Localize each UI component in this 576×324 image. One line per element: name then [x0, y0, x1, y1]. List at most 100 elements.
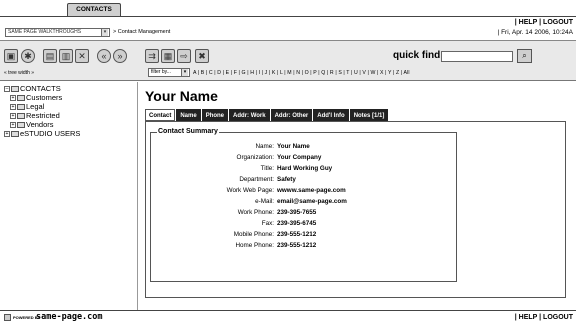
expand-icon[interactable]: +: [10, 122, 16, 129]
tab-addl-info[interactable]: Add'l Info: [313, 109, 349, 121]
copy-icon[interactable]: ▥: [59, 49, 73, 63]
field-label: Department:: [239, 176, 274, 183]
field-organization: Organization: Your Company: [151, 153, 458, 162]
field-fax: Fax: 239-395-6745: [151, 219, 458, 228]
tree-item-estudio-users[interactable]: + eSTUDIO USERS: [4, 129, 80, 138]
tree-item-customers[interactable]: + Customers: [10, 93, 62, 102]
quick-find-label: quick find:: [393, 50, 444, 61]
tree-item-legal[interactable]: + Legal: [10, 102, 44, 111]
search-icon[interactable]: ⌕: [517, 49, 532, 63]
tree-item-label: Vendors: [26, 120, 54, 129]
contact-panel: Contact Summary Name: Your Name Organizat…: [145, 122, 566, 298]
expand-icon[interactable]: +: [10, 113, 16, 120]
tab-notes[interactable]: Notes [1/1]: [349, 109, 389, 121]
tab-addr-other[interactable]: Addr: Other: [270, 109, 313, 121]
tab-name[interactable]: Name: [176, 109, 201, 121]
folder-icon: [17, 122, 25, 129]
field-value: Your Name: [277, 143, 310, 150]
quick-find-input[interactable]: [441, 51, 513, 62]
field-value: 239-555-1212: [277, 242, 317, 249]
field-value[interactable]: email@same-page.com: [277, 197, 347, 206]
edit-icon[interactable]: ▤: [43, 49, 57, 63]
field-label: e-Mail:: [255, 198, 274, 205]
field-home-phone: Home Phone: 239-555-1212: [151, 241, 458, 250]
brand-logo[interactable]: same-page.com: [36, 312, 103, 322]
field-value[interactable]: wwww.same-page.com: [277, 186, 346, 195]
field-work-phone: Work Phone: 239-395-7655: [151, 208, 458, 217]
field-value: 239-395-7655: [277, 209, 317, 216]
field-department: Department: Safety: [151, 175, 458, 184]
toolbar: ▣ ✱ ▤ ▥ ✕ « » ⇉ ▦ ⇨ ✖ quick find: ⌕ « tr…: [0, 41, 576, 81]
favorite-icon[interactable]: ✱: [21, 49, 35, 63]
tree-item-vendors[interactable]: + Vendors: [10, 120, 54, 129]
tree-item-contacts[interactable]: – CONTACTS: [4, 84, 61, 93]
folder-icon: [17, 95, 25, 102]
tree-item-label: Customers: [26, 93, 63, 102]
tree-item-label-selected: Restricted: [26, 111, 60, 120]
field-work-web-page: Work Web Page: wwww.same-page.com: [151, 186, 458, 195]
tab-addr-work[interactable]: Addr: Work: [229, 109, 270, 121]
tree-item-restricted[interactable]: + Restricted: [10, 111, 60, 120]
field-label: Work Phone:: [237, 209, 274, 216]
filter-select-value: filter by...: [151, 69, 171, 75]
tab-contacts[interactable]: CONTACTS: [67, 3, 121, 17]
header-bar: | HELP | LOGOUT SAME PAGE WALKTHROUGHS ▾…: [0, 17, 576, 39]
field-value: 239-395-6745: [277, 220, 317, 227]
tree-item-label: eSTUDIO USERS: [20, 129, 81, 138]
field-name: Name: Your Name: [151, 142, 458, 151]
folder-icon: [17, 104, 25, 111]
move-icon[interactable]: ⇨: [177, 49, 191, 63]
help-logout-links-footer[interactable]: | HELP | LOGOUT: [515, 314, 573, 321]
contact-summary-legend: Contact Summary: [157, 128, 219, 135]
export-icon[interactable]: ▦: [161, 49, 175, 63]
delete-icon[interactable]: ✕: [75, 49, 89, 63]
tab-phone[interactable]: Phone: [201, 109, 229, 121]
collapse-icon[interactable]: –: [4, 86, 10, 93]
alphabet-filter[interactable]: A | B | C | D | E | F | G | H | I | J | …: [193, 70, 410, 76]
expand-icon[interactable]: +: [10, 95, 16, 102]
walkthrough-select-value: SAME PAGE WALKTHROUGHS: [8, 29, 82, 35]
filter-select[interactable]: filter by... ▾: [148, 68, 190, 77]
resize-icon[interactable]: [4, 314, 11, 321]
forward-icon[interactable]: »: [113, 49, 127, 63]
contacts-tree: – CONTACTS + Customers + Legal + Restricted …: [0, 82, 138, 310]
walkthrough-select[interactable]: SAME PAGE WALKTHROUGHS ▾: [5, 28, 110, 37]
contact-summary: Contact Summary Name: Your Name Organizat…: [150, 128, 458, 282]
chevron-down-icon[interactable]: ▾: [181, 69, 188, 76]
tab-contact[interactable]: Contact: [145, 109, 176, 121]
field-label: Mobile Phone:: [233, 231, 274, 238]
contact-detail: Your Name Contact Name Phone Addr: Work …: [139, 82, 576, 310]
folder-icon: [11, 131, 19, 138]
field-label: Title:: [260, 165, 274, 172]
import-icon[interactable]: ⇉: [145, 49, 159, 63]
tree-item-label: CONTACTS: [20, 84, 61, 93]
field-label: Home Phone:: [235, 242, 274, 249]
tree-item-label: Legal: [26, 102, 45, 111]
folder-icon: [17, 113, 25, 120]
detail-tabs: Contact Name Phone Addr: Work Addr: Othe…: [145, 109, 389, 121]
field-title: Title: Hard Working Guy: [151, 164, 458, 173]
expand-icon[interactable]: +: [4, 131, 10, 138]
chevron-down-icon[interactable]: ▾: [101, 29, 108, 36]
folder-icon: [11, 86, 19, 93]
date-display: | Fri, Apr. 14 2006, 10:24A: [497, 29, 573, 36]
expand-icon[interactable]: +: [10, 104, 16, 111]
footer: POWERED BY same-page.com | HELP | LOGOUT: [0, 311, 576, 324]
field-value: Hard Working Guy: [277, 165, 333, 172]
top-tab-strip: CONTACTS: [0, 0, 576, 17]
help-logout-links[interactable]: | HELP | LOGOUT: [515, 19, 573, 26]
field-label: Fax:: [261, 220, 274, 227]
breadcrumb[interactable]: > Contact Management: [113, 29, 170, 35]
field-value: Safety: [277, 176, 296, 183]
new-contact-icon[interactable]: ▣: [4, 49, 18, 63]
field-label: Organization:: [236, 154, 274, 161]
page-title: Your Name: [145, 88, 218, 104]
tree-width-control[interactable]: « tree width »: [4, 70, 34, 76]
field-mobile-phone: Mobile Phone: 239-555-1212: [151, 230, 458, 239]
field-value: Your Company: [277, 154, 322, 161]
close-icon[interactable]: ✖: [195, 49, 209, 63]
back-icon[interactable]: «: [97, 49, 111, 63]
field-label: Name:: [255, 143, 274, 150]
app-frame: CONTACTS | HELP | LOGOUT SAME PAGE WALKT…: [0, 0, 576, 324]
field-value: 239-555-1212: [277, 231, 317, 238]
